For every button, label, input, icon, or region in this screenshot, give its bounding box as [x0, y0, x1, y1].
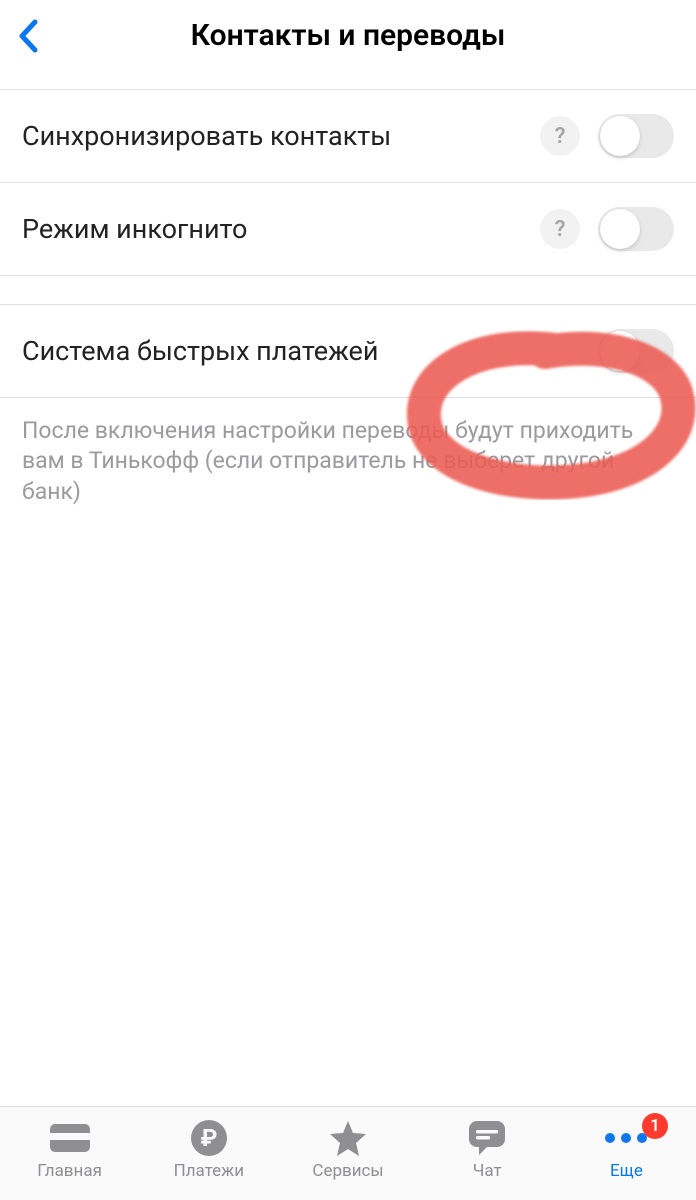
header: Контакты и переводы [0, 0, 696, 89]
tab-label: Сервисы [312, 1161, 383, 1181]
help-button[interactable]: ? [540, 116, 580, 156]
notification-badge: 1 [642, 1113, 668, 1139]
tab-chat[interactable]: Чат [418, 1117, 557, 1181]
tab-label: Еще [610, 1161, 643, 1181]
setting-incognito: Режим инкогнито ? [0, 183, 696, 276]
tab-label: Чат [473, 1161, 502, 1181]
tab-payments[interactable]: ₽ Платежи [139, 1117, 278, 1181]
tab-home[interactable]: Главная [0, 1117, 139, 1181]
tab-label: Платежи [174, 1161, 244, 1181]
tab-bar: Главная ₽ Платежи Сервисы Чат [0, 1106, 696, 1200]
setting-sync-contacts: Синхронизировать контакты ? [0, 90, 696, 183]
toggle-knob [600, 116, 640, 156]
settings-list: Синхронизировать контакты ? Режим инкогн… [0, 89, 696, 398]
star-icon [328, 1117, 368, 1159]
page-title: Контакты и переводы [18, 18, 678, 53]
card-icon [49, 1117, 91, 1159]
fast-payments-label: Система быстрых платежей [22, 335, 598, 367]
toggle-knob [600, 331, 640, 371]
setting-fast-payments: Система быстрых платежей [0, 304, 696, 398]
chat-icon [467, 1117, 507, 1159]
tab-services[interactable]: Сервисы [278, 1117, 417, 1181]
fast-payments-description: После включения настройки переводы будут… [0, 398, 696, 525]
toggle-knob [600, 209, 640, 249]
incognito-toggle[interactable] [598, 207, 674, 251]
tab-more[interactable]: Еще 1 [557, 1117, 696, 1181]
sync-contacts-label: Синхронизировать контакты [22, 120, 540, 152]
sync-contacts-toggle[interactable] [598, 114, 674, 158]
ruble-icon: ₽ [190, 1117, 228, 1159]
incognito-label: Режим инкогнито [22, 213, 540, 245]
svg-text:₽: ₽ [200, 1124, 217, 1152]
help-button[interactable]: ? [540, 209, 580, 249]
tab-label: Главная [37, 1161, 102, 1181]
more-icon [605, 1117, 647, 1159]
fast-payments-toggle[interactable] [598, 329, 674, 373]
